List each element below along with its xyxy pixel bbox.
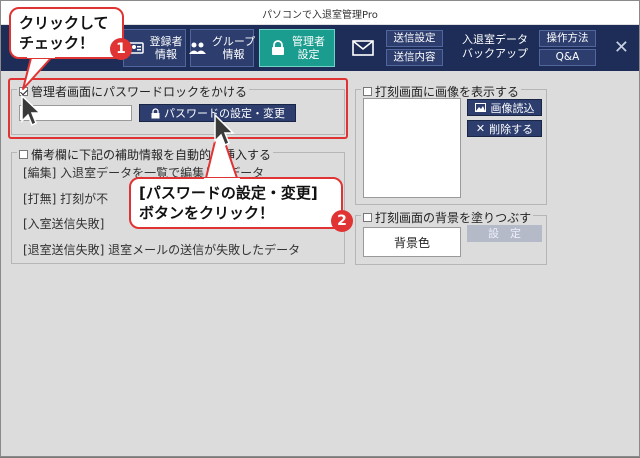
send-settings-button[interactable]: 送信設定 [386, 30, 443, 47]
register-info-button[interactable]: 登録者 情報 [123, 29, 186, 67]
mail-icon[interactable] [351, 37, 375, 59]
step-1-badge: 1 [110, 38, 132, 60]
load-image-label: 画像読込 [490, 101, 535, 115]
remarks-line-no-stamp: [打無] 打刻が不 [23, 192, 109, 206]
callout-step-1: クリックして チェック！ [9, 7, 124, 59]
delete-image-label: 削除する [489, 122, 534, 136]
remarks-legend: 備考欄に下記の補助情報を自動的に挿入する [31, 148, 272, 162]
remarks-line-entry-fail: [入室送信失敗] [23, 217, 105, 231]
image-preview [363, 98, 461, 198]
how-to-button[interactable]: 操作方法 [539, 30, 596, 47]
close-icon[interactable]: ✕ [614, 39, 629, 57]
delete-x-icon: ✕ [475, 122, 486, 135]
group-people-icon [188, 39, 207, 57]
send-content-button[interactable]: 送信内容 [386, 49, 443, 66]
background-checkbox-row[interactable]: 打刻画面の背景を塗りつぶす [361, 209, 534, 226]
background-settings-button[interactable]: 設 定 [467, 225, 542, 242]
background-checkbox[interactable] [363, 213, 372, 222]
remarks-line-exit-fail: [退室送信失敗] 退室メールの送信が失敗したデータ [23, 243, 301, 257]
callout-step-2-line-1: [パスワードの設定・変更] [139, 184, 318, 202]
backup-label: バックアップ [462, 47, 528, 60]
remarks-checkbox-row[interactable]: 備考欄に下記の補助情報を自動的に挿入する [17, 146, 274, 163]
highlight-frame [8, 78, 348, 139]
load-image-button[interactable]: 画像読込 [467, 99, 542, 116]
callout-step-2-line-2: ボタンをクリック！ [139, 204, 275, 222]
delete-image-button[interactable]: ✕ 削除する [467, 120, 542, 137]
group-info-label: グループ 情報 [211, 35, 256, 61]
step-2-badge: 2 [331, 210, 353, 232]
group-info-button[interactable]: グループ 情報 [188, 29, 256, 67]
remarks-checkbox[interactable] [19, 150, 28, 159]
app-window: パソコンで入退室管理Pro 登録者 情報 グループ 情報 管理者 設定 送信設定… [0, 0, 640, 457]
background-color-swatch[interactable]: 背景色 [363, 227, 461, 257]
entry-exit-label: 入退室データ [462, 33, 528, 46]
image-icon [475, 103, 487, 113]
image-checkbox[interactable] [363, 87, 372, 96]
callout-step-2: [パスワードの設定・変更] ボタンをクリック！ [129, 177, 343, 229]
background-legend: 打刻画面の背景を塗りつぶす [375, 211, 532, 225]
entry-exit-backup-button[interactable]: 入退室データ バックアップ [456, 33, 534, 61]
qa-button[interactable]: Q&A [539, 49, 596, 66]
lock-icon [269, 39, 287, 57]
register-info-label: 登録者 情報 [149, 35, 183, 61]
admin-settings-button[interactable]: 管理者 設定 [259, 29, 335, 67]
admin-settings-label: 管理者 設定 [292, 35, 325, 61]
